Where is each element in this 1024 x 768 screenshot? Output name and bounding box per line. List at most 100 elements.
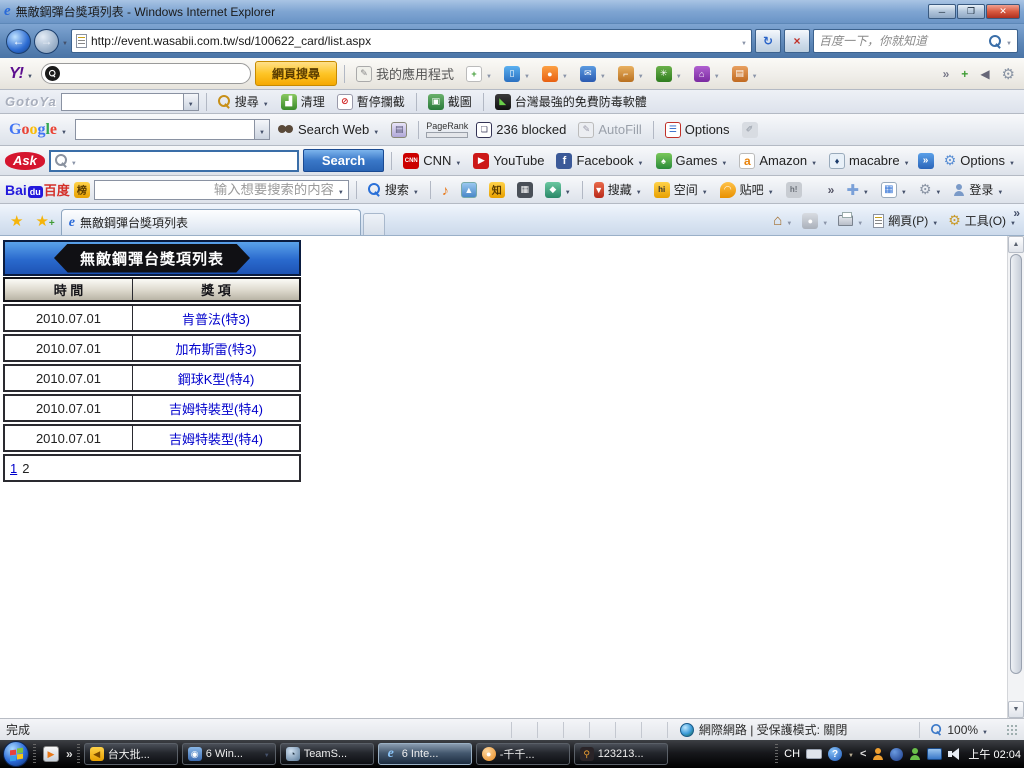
baidu-favorites-button[interactable]: ▼ 搜藏: [590, 179, 646, 200]
scroll-up-icon[interactable]: ▲: [1008, 236, 1024, 253]
baidu-grid-button[interactable]: ▦: [877, 180, 911, 200]
dropdown-icon[interactable]: [638, 67, 644, 81]
gotoya-capture-button[interactable]: ▣ 截圖: [424, 91, 476, 112]
gotoya-search-box[interactable]: [60, 92, 199, 111]
search-input[interactable]: [819, 34, 986, 48]
refresh-button[interactable]: ↻: [755, 29, 781, 53]
yahoo-bookmark-add-button[interactable]: +: [462, 64, 496, 84]
yahoo-websearch-button[interactable]: 網頁搜尋: [254, 61, 337, 86]
tray-collapse-icon[interactable]: <: [860, 748, 866, 760]
zoom-dropdown-icon[interactable]: [982, 723, 988, 737]
baidu-board-icon[interactable]: 榜: [73, 181, 90, 198]
yahoo-my-apps-button[interactable]: ✎ 我的應用程式: [352, 62, 458, 85]
back-button[interactable]: ←: [6, 28, 31, 54]
clock[interactable]: 上午 02:04: [968, 746, 1021, 762]
feeds-button[interactable]: ●: [798, 211, 832, 231]
ask-search-button[interactable]: Search: [302, 149, 385, 172]
google-news-button[interactable]: ▤: [387, 120, 411, 140]
yahoo-contacts-button[interactable]: ▤: [728, 64, 762, 84]
dropdown-icon[interactable]: [263, 95, 269, 109]
dropdown-icon[interactable]: [636, 183, 642, 197]
dropdown-icon[interactable]: [413, 183, 419, 197]
status-orb-icon[interactable]: [890, 747, 904, 761]
dropdown-icon[interactable]: [901, 183, 907, 197]
google-highlighter-button[interactable]: ✐: [738, 120, 762, 140]
dropdown-icon[interactable]: [600, 67, 606, 81]
yahoo-add-button[interactable]: +: [957, 65, 972, 83]
dropdown-icon[interactable]: [562, 67, 568, 81]
baidu-add-button[interactable]: ✚: [842, 179, 873, 201]
stop-button[interactable]: ×: [784, 29, 810, 53]
dropdown-icon[interactable]: [857, 214, 863, 228]
new-tab-button[interactable]: [362, 213, 385, 235]
baidu-login-button[interactable]: 登录: [949, 179, 1007, 200]
dropdown-icon[interactable]: [752, 67, 758, 81]
maximize-button[interactable]: ❐: [957, 4, 985, 19]
online-contact-icon[interactable]: [909, 748, 921, 760]
dropdown-icon[interactable]: [768, 183, 774, 197]
page-1-link[interactable]: 1: [10, 461, 17, 476]
baidu-hfeed-button[interactable]: h!: [782, 180, 806, 200]
yahoo-home-button[interactable]: ⌂: [690, 64, 724, 84]
baidu-settings-button[interactable]: ⚙: [915, 179, 946, 200]
ask-search-box[interactable]: [48, 149, 299, 172]
quicklaunch-grip[interactable]: [33, 744, 36, 764]
baidu-logo[interactable]: Bai du 百度: [5, 180, 70, 199]
resize-grip[interactable]: [1006, 723, 1018, 736]
games-button[interactable]: ♠ Games: [652, 151, 732, 171]
google-options-button[interactable]: ☰ Options: [661, 120, 734, 140]
google-search-input[interactable]: [75, 122, 254, 137]
start-button[interactable]: [3, 741, 29, 767]
help-icon[interactable]: [828, 747, 843, 761]
yahoo-logo-dropdown-icon[interactable]: [27, 67, 33, 81]
macabre-button[interactable]: ♦ macabre: [825, 151, 914, 171]
taskbar-button-1[interactable]: ◀ 台大批...: [83, 743, 178, 765]
google-logo-button[interactable]: Google: [5, 119, 71, 141]
taskbar-button-4[interactable]: e 6 Inte...: [377, 743, 472, 765]
dropdown-icon[interactable]: [714, 67, 720, 81]
tray-dropdown-icon[interactable]: [848, 748, 854, 760]
messenger-icon[interactable]: [872, 748, 884, 760]
taskbar-button-5[interactable]: ● -千千...: [475, 743, 570, 765]
google-combo-dropdown[interactable]: [253, 120, 269, 139]
add-favorite-icon[interactable]: ★+: [29, 212, 60, 235]
quicklaunch-overflow-icon[interactable]: [66, 747, 73, 761]
taskbar-button-6[interactable]: ⚲ 123213...: [573, 743, 668, 765]
gotoya-combo-dropdown[interactable]: [182, 93, 198, 110]
commandbar-overflow-icon[interactable]: [1013, 206, 1020, 220]
google-autofill-button[interactable]: ✎ AutoFill: [574, 120, 645, 140]
google-search-web-button[interactable]: Search Web: [274, 120, 383, 139]
baidu-music-button[interactable]: ♪: [438, 180, 453, 200]
yahoo-settings-button[interactable]: ⚙: [998, 63, 1019, 85]
favorites-star-icon[interactable]: ★: [4, 212, 29, 235]
yahoo-overflow-button[interactable]: [939, 65, 954, 83]
tab-active[interactable]: e 無敵鋼彈台獎項列表: [60, 209, 361, 235]
gotoya-antivirus-link[interactable]: ◣ 台灣最強的免費防毒軟體: [491, 91, 651, 112]
language-indicator[interactable]: CH: [784, 748, 800, 760]
minimize-button[interactable]: ─: [928, 4, 956, 19]
media-player-quicklaunch[interactable]: ▶: [40, 743, 62, 765]
close-button[interactable]: ✕: [986, 4, 1020, 19]
network-icon[interactable]: [927, 748, 943, 760]
dropdown-icon[interactable]: [638, 154, 644, 168]
baidu-space-button[interactable]: hi 空间: [650, 179, 712, 200]
dropdown-icon[interactable]: [721, 154, 727, 168]
search-icon[interactable]: [989, 34, 1002, 48]
facebook-button[interactable]: f Facebook: [552, 151, 647, 171]
zoom-control[interactable]: 100%: [919, 721, 998, 738]
dropdown-icon[interactable]: [932, 214, 938, 228]
dropdown-icon[interactable]: [338, 183, 344, 197]
search-box[interactable]: [813, 29, 1018, 53]
baidu-zhidao-button[interactable]: 知: [485, 180, 509, 200]
dropdown-icon[interactable]: [822, 214, 828, 228]
yahoo-briefcase-button[interactable]: ▯: [500, 64, 534, 84]
gotoya-search-button[interactable]: 搜尋: [214, 91, 273, 112]
ask-search-input[interactable]: [79, 153, 293, 168]
baidu-search-box[interactable]: [93, 179, 349, 200]
dropdown-icon[interactable]: [702, 183, 708, 197]
youtube-button[interactable]: ▶ YouTube: [469, 151, 548, 171]
tray-grip[interactable]: [775, 744, 779, 764]
dropdown-icon[interactable]: [676, 67, 682, 81]
dropdown-icon[interactable]: [904, 154, 910, 168]
dropdown-icon[interactable]: [455, 154, 461, 168]
